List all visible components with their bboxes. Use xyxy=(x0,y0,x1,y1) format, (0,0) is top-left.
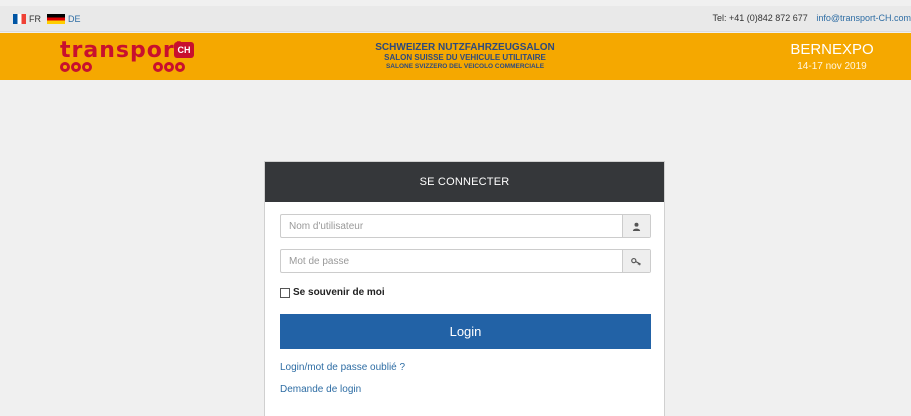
salon-title-fr: SALON SUISSE DU VEHICULE UTILITAIRE xyxy=(384,53,546,62)
venue-name: BERNEXPO xyxy=(790,41,874,58)
user-icon xyxy=(622,215,650,237)
email-link[interactable]: info@transport-CH.com xyxy=(816,13,911,23)
salon-title-it: SALONE SVIZZERO DEL VEICOLO COMMERCIALE xyxy=(385,63,545,70)
salon-title-de: SCHWEIZER NUTZFAHRZEUGSALON xyxy=(375,42,555,53)
logo-wheels-icon xyxy=(60,62,92,72)
venue-info: BERNEXPO 14-17 nov 2019 xyxy=(777,41,887,72)
forgot-password-link[interactable]: Login/mot de passe oublié ? xyxy=(280,362,405,373)
key-icon xyxy=(622,250,650,272)
login-panel: SE CONNECTER Se souvenir de moi Login Lo… xyxy=(264,161,665,416)
username-input[interactable] xyxy=(281,215,622,237)
password-input[interactable] xyxy=(281,250,622,272)
password-field xyxy=(280,249,651,273)
language-fr-label: FR xyxy=(29,14,41,24)
site-header: transport CH SCHWEIZER NUTZFAHRZEUGSALON… xyxy=(0,33,911,80)
request-login-link[interactable]: Demande de login xyxy=(280,384,361,395)
german-flag-icon xyxy=(47,14,65,24)
contact-info: Tel: +41 (0)842 872 677 info@transport-C… xyxy=(712,13,911,23)
login-title: SE CONNECTER xyxy=(265,162,664,202)
french-flag-icon xyxy=(13,14,26,24)
login-button[interactable]: Login xyxy=(280,314,651,349)
event-dates: 14-17 nov 2019 xyxy=(797,61,867,72)
logo-text: transport xyxy=(60,38,187,63)
language-de-link[interactable]: DE xyxy=(47,13,81,25)
remember-me-label: Se souvenir de moi xyxy=(293,287,385,298)
language-fr-link[interactable]: FR xyxy=(13,13,41,25)
phone-number: Tel: +41 (0)842 872 677 xyxy=(712,13,808,23)
logo-ch-badge: CH xyxy=(174,42,194,58)
remember-me[interactable]: Se souvenir de moi xyxy=(280,287,385,298)
username-field xyxy=(280,214,651,238)
language-de-label: DE xyxy=(68,14,81,24)
logo-wheels-icon xyxy=(153,62,185,72)
salon-title: SCHWEIZER NUTZFAHRZEUGSALON SALON SUISSE… xyxy=(335,42,595,71)
remember-me-checkbox[interactable] xyxy=(280,287,290,298)
top-bar: FR DE Tel: +41 (0)842 872 677 info@trans… xyxy=(0,6,911,32)
transport-ch-logo[interactable]: transport CH xyxy=(60,39,200,75)
